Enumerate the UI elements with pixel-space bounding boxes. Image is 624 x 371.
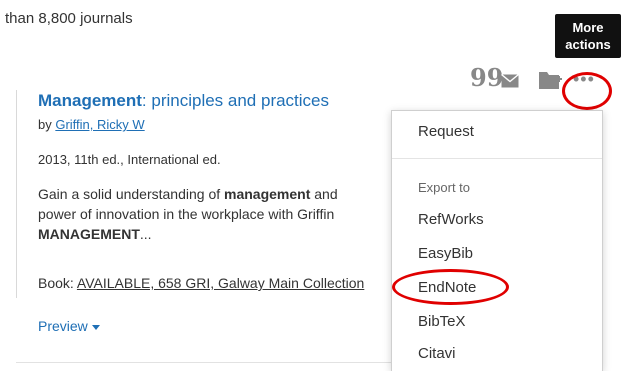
record-title-bold: Management — [38, 91, 142, 110]
email-icon[interactable] — [501, 74, 519, 88]
export-to-label: Export to — [418, 180, 471, 195]
folder-icon[interactable] — [538, 69, 564, 91]
highlight-circle-endnote — [392, 269, 509, 305]
record-edition: 2013, 11th ed., International ed. — [38, 152, 221, 167]
more-actions-tooltip: More actions — [555, 14, 621, 58]
menu-divider — [392, 158, 602, 159]
record-description: Gain a solid understanding of management… — [38, 184, 398, 244]
record-title-rest: : principles and practices — [141, 91, 330, 110]
more-actions-menu: Request Export to RefWorks EasyBib EndNo… — [391, 110, 603, 371]
record-byline: by Griffin, Ricky W — [38, 117, 145, 132]
menu-item-easybib[interactable]: EasyBib — [418, 245, 473, 262]
menu-item-bibtex[interactable]: BibTeX — [418, 313, 466, 330]
menu-item-request[interactable]: Request — [418, 123, 474, 140]
tooltip-line-2: actions — [565, 37, 611, 52]
tooltip-line-1: More — [572, 20, 604, 35]
author-link[interactable]: Griffin, Ricky W — [55, 117, 144, 132]
availability-status: Book: AVAILABLE, 658 GRI, Galway Main Co… — [38, 275, 365, 291]
menu-item-citavi[interactable]: Citavi — [418, 345, 456, 362]
availability-link[interactable]: AVAILABLE, 658 GRI, Galway Main Collecti… — [77, 275, 364, 291]
preview-toggle[interactable]: Preview — [38, 318, 100, 334]
highlight-circle-more-actions — [562, 72, 612, 110]
description-line-2: power of innovation in the workplace wit… — [38, 206, 335, 222]
record-title-link[interactable]: Management: principles and practices — [38, 91, 329, 111]
caret-down-icon — [91, 324, 100, 330]
preview-label: Preview — [38, 318, 88, 334]
byline-prefix: by — [38, 117, 56, 132]
record-left-border — [16, 90, 17, 298]
menu-item-refworks[interactable]: RefWorks — [418, 211, 484, 228]
journals-count-text: than 8,800 journals — [5, 10, 133, 27]
quote-icon[interactable]: 99 — [470, 66, 503, 90]
record-divider — [16, 362, 392, 363]
description-line-3: MANAGEMENT... — [38, 226, 152, 242]
description-line-1: Gain a solid understanding of management… — [38, 186, 338, 202]
